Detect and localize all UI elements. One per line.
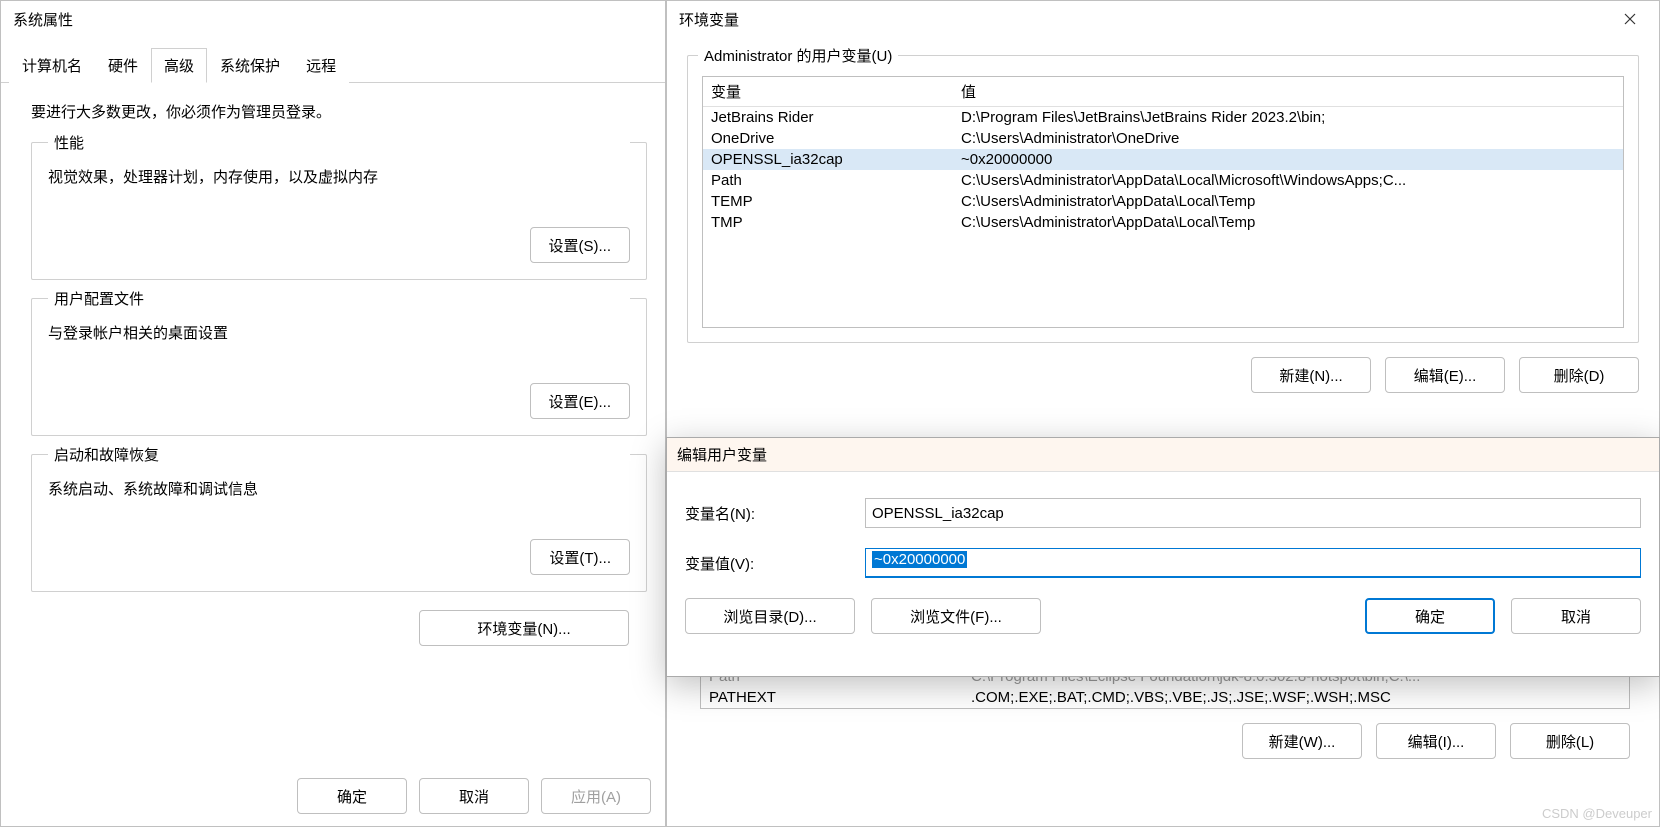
performance-desc: 视觉效果，处理器计划，内存使用，以及虚拟内存 [48, 166, 630, 187]
var-value-label: 变量值(V): [685, 553, 865, 574]
sys-props-titlebar: 系统属性 [1, 1, 665, 37]
table-row[interactable]: OPENSSL_ia32cap~0x20000000 [703, 149, 1623, 170]
startup-legend: 启动和故障恢复 [48, 444, 630, 465]
sys-delete-button[interactable]: 删除(L) [1510, 723, 1630, 759]
user-vars-table[interactable]: 变量 值 JetBrains RiderD:\Program Files\Jet… [702, 76, 1624, 328]
user-vars-legend: Administrator 的用户变量(U) [698, 45, 898, 66]
var-name-cell: TEMP [703, 191, 953, 212]
sys-cancel-button[interactable]: 取消 [419, 778, 529, 814]
var-value-cell: C:\Users\Administrator\AppData\Local\Tem… [953, 212, 1623, 233]
close-icon[interactable] [1607, 3, 1653, 35]
sys-props-bottom-buttons: 确定 取消 应用(A) [283, 766, 665, 826]
system-vars-peek: PathC:\Program Files\Eclipse Foundation\… [700, 675, 1630, 759]
var-value-selection: ~0x20000000 [872, 551, 967, 568]
sys-apply-button[interactable]: 应用(A) [541, 778, 651, 814]
tab-hardware[interactable]: 硬件 [95, 48, 151, 83]
startup-settings-button[interactable]: 设置(T)... [530, 539, 630, 575]
tab-computer-name[interactable]: 计算机名 [9, 48, 95, 83]
tab-advanced[interactable]: 高级 [151, 48, 207, 83]
watermark: CSDN @Deveuper [1542, 806, 1652, 821]
table-row[interactable]: JetBrains RiderD:\Program Files\JetBrain… [703, 107, 1623, 128]
header-value[interactable]: 值 [953, 77, 1623, 106]
tab-system-protection[interactable]: 系统保护 [207, 48, 293, 83]
startup-desc: 系统启动、系统故障和调试信息 [48, 478, 630, 499]
sys-edit-button[interactable]: 编辑(I)... [1376, 723, 1496, 759]
var-value-cell: C:\Users\Administrator\AppData\Local\Tem… [953, 191, 1623, 212]
browse-file-button[interactable]: 浏览文件(F)... [871, 598, 1041, 634]
user-delete-button[interactable]: 删除(D) [1519, 357, 1639, 393]
var-value-cell: ~0x20000000 [953, 149, 1623, 170]
edit-ok-button[interactable]: 确定 [1365, 598, 1495, 634]
browse-directory-button[interactable]: 浏览目录(D)... [685, 598, 855, 634]
user-profile-fieldset: 用户配置文件 与登录帐户相关的桌面设置 设置(E)... [31, 298, 647, 436]
table-row[interactable]: PATHEXT.COM;.EXE;.BAT;.CMD;.VBS;.VBE;.JS… [701, 687, 1629, 708]
user-vars-buttons: 新建(N)... 编辑(E)... 删除(D) [667, 357, 1639, 393]
startup-fieldset: 启动和故障恢复 系统启动、系统故障和调试信息 设置(T)... [31, 454, 647, 592]
sys-new-button[interactable]: 新建(W)... [1242, 723, 1362, 759]
environment-variables-button[interactable]: 环境变量(N)... [419, 610, 629, 646]
var-value-cell: D:\Program Files\JetBrains\JetBrains Rid… [953, 107, 1623, 128]
table-row[interactable]: TEMPC:\Users\Administrator\AppData\Local… [703, 191, 1623, 212]
sys-props-title: 系统属性 [13, 9, 73, 30]
sys-ok-button[interactable]: 确定 [297, 778, 407, 814]
table-row[interactable]: OneDriveC:\Users\Administrator\OneDrive [703, 128, 1623, 149]
sys-props-tabs: 计算机名 硬件 高级 系统保护 远程 [1, 47, 665, 83]
table-row[interactable]: PathC:\Users\Administrator\AppData\Local… [703, 170, 1623, 191]
edit-cancel-button[interactable]: 取消 [1511, 598, 1641, 634]
var-name-cell: TMP [703, 212, 953, 233]
var-name-cell: OneDrive [703, 128, 953, 149]
var-name-cell: Path [703, 170, 953, 191]
user-profile-legend: 用户配置文件 [48, 288, 630, 309]
tab-remote[interactable]: 远程 [293, 48, 349, 83]
var-value-cell: C:\Users\Administrator\AppData\Local\Mic… [953, 170, 1623, 191]
edit-user-variable-dialog: 编辑用户变量 变量名(N): 变量值(V): ~0x20000000 浏览目录(… [666, 437, 1660, 677]
system-vars-buttons: 新建(W)... 编辑(I)... 删除(L) [700, 723, 1630, 759]
performance-fieldset: 性能 视觉效果，处理器计划，内存使用，以及虚拟内存 设置(S)... [31, 142, 647, 280]
var-name-cell: JetBrains Rider [703, 107, 953, 128]
var-name-input[interactable] [865, 498, 1641, 528]
var-value-input[interactable]: ~0x20000000 [865, 548, 1641, 578]
user-edit-button[interactable]: 编辑(E)... [1385, 357, 1505, 393]
table-row[interactable]: TMPC:\Users\Administrator\AppData\Local\… [703, 212, 1623, 233]
edit-title: 编辑用户变量 [677, 444, 767, 465]
user-vars-fieldset: Administrator 的用户变量(U) 变量 值 JetBrains Ri… [687, 55, 1639, 343]
header-variable[interactable]: 变量 [703, 77, 953, 106]
var-name-cell: PATHEXT [701, 687, 963, 708]
var-value-cell: .COM;.EXE;.BAT;.CMD;.VBS;.VBE;.JS;.JSE;.… [963, 687, 1629, 708]
var-value-cell: C:\Users\Administrator\OneDrive [953, 128, 1623, 149]
advanced-tab-content: 要进行大多数更改，你必须作为管理员登录。 性能 视觉效果，处理器计划，内存使用，… [1, 83, 665, 646]
performance-legend: 性能 [48, 132, 630, 153]
var-name-cell: OPENSSL_ia32cap [703, 149, 953, 170]
admin-note: 要进行大多数更改，你必须作为管理员登录。 [31, 101, 647, 122]
system-properties-dialog: 系统属性 计算机名 硬件 高级 系统保护 远程 要进行大多数更改，你必须作为管理… [0, 0, 666, 827]
user-profile-desc: 与登录帐户相关的桌面设置 [48, 322, 630, 343]
var-name-label: 变量名(N): [685, 503, 865, 524]
user-profile-settings-button[interactable]: 设置(E)... [530, 383, 631, 419]
user-vars-header: 变量 值 [703, 77, 1623, 107]
performance-settings-button[interactable]: 设置(S)... [530, 227, 631, 263]
edit-titlebar: 编辑用户变量 [667, 438, 1659, 472]
env-title: 环境变量 [679, 9, 739, 30]
user-new-button[interactable]: 新建(N)... [1251, 357, 1371, 393]
env-titlebar: 环境变量 [667, 1, 1659, 37]
